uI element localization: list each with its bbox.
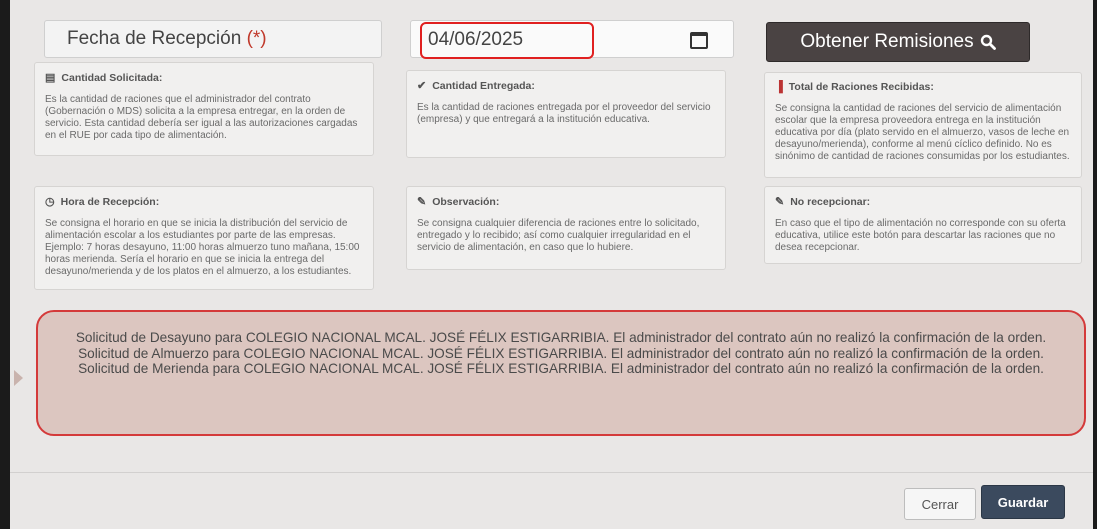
- card-title: Cantidad Entregada:: [432, 79, 535, 92]
- save-button[interactable]: Guardar: [981, 485, 1065, 519]
- card-title-row: ✔ Cantidad Entregada:: [417, 79, 715, 93]
- date-label-text: Fecha de Recepción: [67, 28, 242, 49]
- card-title: No recepcionar:: [790, 195, 871, 208]
- card-title: Cantidad Solicitada:: [61, 71, 163, 84]
- info-card-total-raciones: ▐ Total de Raciones Recibidas: Se consig…: [764, 72, 1082, 178]
- card-body: Se consigna la cantidad de raciones del …: [775, 103, 1070, 162]
- card-body: Se consigna el horario en que se inicia …: [45, 218, 360, 277]
- info-card-cantidad-solicitada: ▤ Cantidad Solicitada: Es la cantidad de…: [34, 62, 374, 156]
- alert-line-merienda: Solicitud de Merienda para COLEGIO NACIO…: [78, 361, 1044, 376]
- card-title-row: ▤ Cantidad Solicitada:: [45, 71, 363, 85]
- card-title: Observación:: [432, 195, 500, 208]
- check-icon: ✔: [417, 80, 427, 92]
- info-card-observacion: ✎ Observación: Se consigna cualquier dif…: [406, 186, 726, 270]
- card-title-row: ✎ No recepcionar:: [775, 195, 1071, 209]
- table-icon: ▤: [45, 72, 56, 84]
- info-card-hora-recepcion: ◷ Hora de Recepción: Se consigna el hora…: [34, 186, 374, 290]
- obtain-remissions-button[interactable]: Obtener Remisiones: [766, 22, 1030, 62]
- card-body: En caso que el tipo de alimentación no c…: [775, 218, 1066, 253]
- edit-icon: ✎: [417, 196, 427, 208]
- card-body: Es la cantidad de raciones que el admini…: [45, 94, 358, 141]
- pending-confirmation-alert: Solicitud de Desayuno para COLEGIO NACIO…: [36, 310, 1086, 436]
- card-title: Hora de Recepción:: [60, 195, 160, 208]
- edit-icon: ✎: [775, 196, 785, 208]
- info-card-no-recepcionar: ✎ No recepcionar: En caso que el tipo de…: [764, 186, 1082, 264]
- modal-screen: Fecha de Recepción (*) 04/06/2025 Obtene…: [10, 0, 1093, 529]
- calendar-icon[interactable]: [690, 32, 708, 49]
- info-card-cantidad-entregada: ✔ Cantidad Entregada: Es la cantidad de …: [406, 70, 726, 158]
- alert-line-almuerzo: Solicitud de Almuerzo para COLEGIO NACIO…: [78, 345, 1044, 361]
- card-title: Total de Raciones Recibidas:: [788, 81, 934, 93]
- reception-date-value[interactable]: 04/06/2025: [428, 29, 523, 51]
- card-title-row: ✎ Observación:: [417, 195, 715, 209]
- reception-date-bar: Fecha de Recepción (*) 04/06/2025 Obtene…: [10, 0, 1093, 62]
- card-body: Se consigna cualquier diferencia de raci…: [417, 218, 700, 253]
- collapse-arrow-icon[interactable]: [14, 370, 23, 386]
- card-title-row: ◷ Hora de Recepción:: [45, 195, 363, 209]
- alert-line-desayuno: Solicitud de Desayuno para COLEGIO NACIO…: [75, 330, 1047, 345]
- footer-divider: [10, 472, 1093, 473]
- search-icon: [980, 34, 996, 50]
- card-body: Es la cantidad de raciones entregada por…: [417, 102, 711, 125]
- date-label-box: Fecha de Recepción (*): [44, 20, 382, 58]
- card-title-row: ▐ Total de Raciones Recibidas:: [775, 81, 1071, 93]
- date-label: Fecha de Recepción (*): [67, 28, 267, 50]
- clock-icon: ◷: [45, 196, 55, 208]
- obtain-remissions-label: Obtener Remisiones: [800, 31, 974, 52]
- required-mark: (*): [246, 28, 267, 49]
- bar-chart-icon: ▐: [775, 81, 783, 93]
- close-button[interactable]: Cerrar: [904, 488, 976, 520]
